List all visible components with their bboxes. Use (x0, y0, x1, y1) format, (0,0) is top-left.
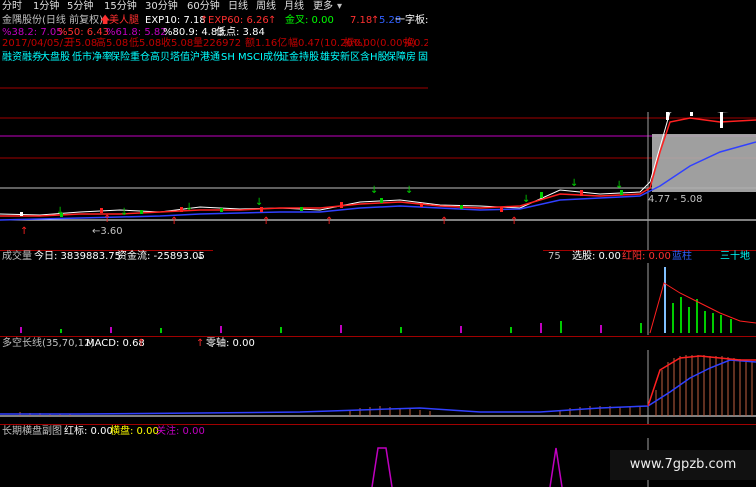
period-tab-more[interactable]: 更多 (313, 0, 333, 14)
macd-value: MACD: 0.68 (86, 338, 145, 349)
down-arrow-icon: ↓ (196, 251, 205, 262)
down-arrow-icon: ↓ (185, 202, 193, 213)
exp60-value: EXP60: 6.26 (208, 15, 269, 26)
volume-chart (20, 263, 756, 335)
up-arrow-icon: ↑ (20, 226, 28, 237)
value-718: 7.18 (350, 15, 373, 26)
up-arrow-icon: ↑ (268, 15, 277, 26)
stock-name: 金隅股份(日线 前复权) (2, 15, 103, 26)
sideways-value: 横盘: 0.00 (110, 426, 159, 437)
gray-box (652, 134, 756, 192)
down-arrow-icon: ↓ (255, 197, 263, 208)
period-tab-5min[interactable]: 5分钟 (67, 0, 93, 14)
down-arrow-icon: ↓ (120, 207, 128, 218)
down-arrow-icon: ↓ (370, 185, 378, 196)
quote-open: 开5.08 (65, 38, 98, 49)
long-header: 长期横盘副图 红标: 0.00 横盘: 0.00 关注: 0.00 (0, 425, 756, 438)
macd-chart (0, 350, 756, 424)
up-arrow-icon: ↑ (103, 214, 111, 225)
zero-axis: 零轴: 0.00 (206, 338, 255, 349)
period-tab-week[interactable]: 周线 (256, 0, 276, 14)
quote-low: 低5.08 (129, 38, 162, 49)
yizi-label: 一字板: (395, 15, 429, 26)
period-tab-month[interactable]: 月线 (284, 0, 304, 14)
period-tab-1min[interactable]: 1分钟 (33, 0, 59, 14)
kline-bars (20, 106, 723, 217)
three-ten: 三十地 (720, 251, 750, 262)
down-arrow-icon: ↓ (570, 178, 578, 189)
down-arrow-icon: ↓ (615, 180, 623, 191)
mask-panel-mid (213, 224, 543, 264)
mask-panel-top (428, 14, 756, 112)
chevron-down-icon[interactable]: ▾ (337, 0, 342, 14)
volume-bars (20, 267, 732, 333)
period-tab-timeshare[interactable]: 分时 (2, 0, 22, 14)
ma-blue-line (0, 141, 756, 221)
ma-white-line (0, 106, 756, 216)
red-sun: 红阳: 0.00 (622, 251, 671, 262)
quote-close: 收5.08 (161, 38, 194, 49)
range-mark: 4.77 - 5.08 (648, 194, 703, 205)
up-arrow-icon: ↑ (196, 338, 205, 349)
up-arrow-icon: ↑ (137, 338, 146, 349)
red-mark: 红标: 0.00 (64, 426, 113, 437)
period-tab-day[interactable]: 日线 (228, 0, 248, 14)
quote-amount: 额1.16亿 (245, 38, 288, 49)
watermark-logo: www.7gpzb.com (610, 450, 756, 480)
up-arrow-icon: ↑ (170, 216, 178, 227)
fund-flow: 资金流: -25893.05 (117, 251, 205, 262)
down-arrow-icon: ↓ (56, 206, 64, 217)
quote-volume: 量226972 (193, 38, 242, 49)
volume-right-val: 75 (548, 251, 561, 262)
macd-dif-line (0, 359, 756, 415)
period-tab-30min[interactable]: 30分钟 (145, 0, 178, 14)
exp10-value: EXP10: 7.18 (145, 15, 206, 26)
select-stock: 选股: 0.00 (572, 251, 621, 262)
period-tab-60min[interactable]: 60分钟 (187, 0, 220, 14)
golden-cross-value: 金叉: 0.00 (285, 15, 334, 26)
attention-value: 关注: 0.00 (156, 426, 205, 437)
macd-title: 多空长线(35,70,12) (2, 338, 95, 349)
volume-title: 成交量 (2, 251, 32, 262)
blue-label: 蓝柱 (672, 251, 692, 262)
quote-date: 2017/04/05/三 (2, 38, 74, 49)
quote-high: 高5.08 (96, 38, 129, 49)
period-tab-15min[interactable]: 15分钟 (104, 0, 137, 14)
period-toolbar: 分时 1分钟 5分钟 15分钟 30分钟 60分钟 日线 周线 月线 更多 ▾ (0, 0, 756, 14)
volume-today: 今日: 3839883.75 (34, 251, 121, 262)
signal-label: 美人腿 (109, 15, 139, 26)
quote-turnover: 换0.2 (404, 38, 430, 49)
low-mark: ←3.60 (92, 226, 123, 237)
down-arrow-icon: ↓ (405, 185, 413, 196)
long-title: 长期横盘副图 (2, 426, 62, 437)
attention-spike-2 (549, 447, 563, 487)
macd-header: 多空长线(35,70,12) MACD: 0.68 ↑ ↑ 零轴: 0.00 (0, 337, 756, 350)
attention-spike-1 (371, 447, 393, 487)
down-arrow-icon: ↓ (522, 194, 530, 205)
